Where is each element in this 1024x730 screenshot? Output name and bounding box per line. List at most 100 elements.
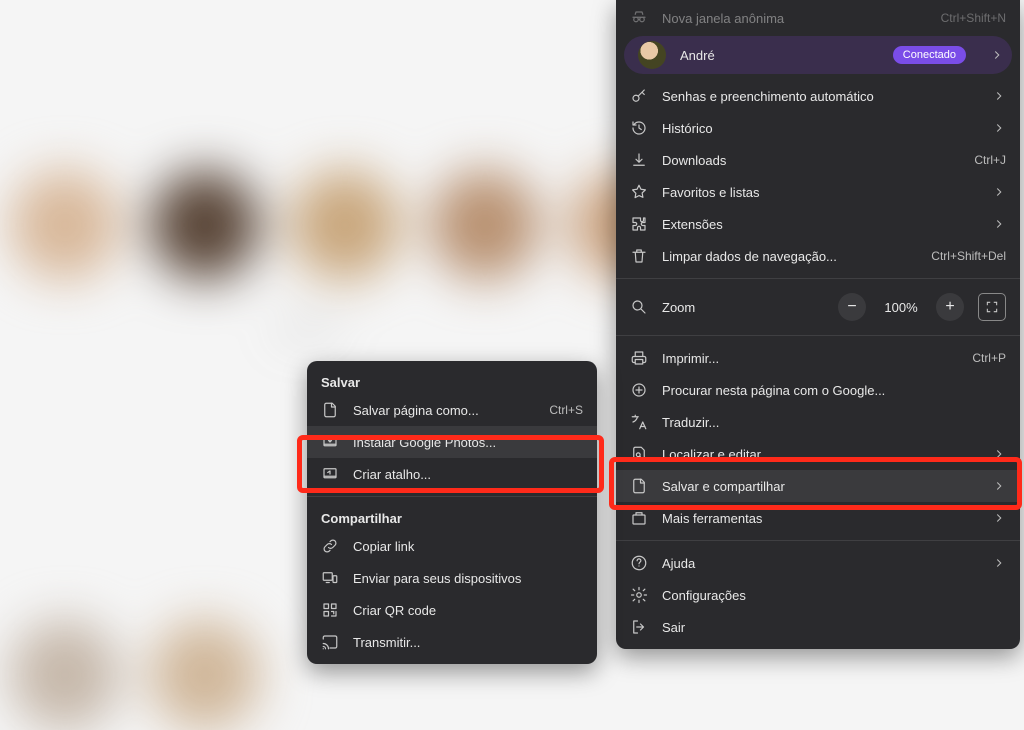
copy-link-label: Copiar link: [353, 539, 583, 554]
passwords-label: Senhas e preenchimento automático: [662, 89, 978, 104]
bg-label: Bentinho: [280, 320, 339, 337]
file-icon: [630, 477, 648, 495]
section-share: Compartilhar: [307, 503, 597, 530]
save-page-label: Salvar página como...: [353, 403, 535, 418]
zoom-row: Zoom − 100% +: [616, 285, 1020, 329]
print-item[interactable]: Imprimir... Ctrl+P: [616, 342, 1020, 374]
print-shortcut: Ctrl+P: [972, 351, 1006, 365]
save-share-item[interactable]: Salvar e compartilhar: [616, 470, 1020, 502]
devices-icon: [321, 569, 339, 587]
profile-row[interactable]: André Conectado: [624, 36, 1012, 74]
downloads-label: Downloads: [662, 153, 960, 168]
puzzle-icon: [630, 215, 648, 233]
help-label: Ajuda: [662, 556, 978, 571]
bookmarks-item[interactable]: Favoritos e listas: [616, 176, 1020, 208]
key-icon: [630, 87, 648, 105]
separator: [307, 496, 597, 497]
downloads-item[interactable]: Downloads Ctrl+J: [616, 144, 1020, 176]
section-save: Salvar: [307, 367, 597, 394]
chevron-right-icon: [992, 185, 1006, 199]
chevron-right-icon: [992, 217, 1006, 231]
new-incognito-item[interactable]: Nova janela anônima Ctrl+Shift+N: [616, 6, 1020, 30]
settings-item[interactable]: Configurações: [616, 579, 1020, 611]
profile-badge: Conectado: [893, 46, 966, 64]
avatar: [638, 41, 666, 69]
cast-icon: [321, 633, 339, 651]
send-devices-label: Enviar para seus dispositivos: [353, 571, 583, 586]
history-item[interactable]: Histórico: [616, 112, 1020, 144]
find-edit-item[interactable]: Localizar e editar: [616, 438, 1020, 470]
shortcut-icon: [321, 465, 339, 483]
gear-icon: [630, 586, 648, 604]
separator: [616, 540, 1020, 541]
install-icon: [321, 433, 339, 451]
create-shortcut-item[interactable]: Criar atalho...: [307, 458, 597, 490]
extensions-item[interactable]: Extensões: [616, 208, 1020, 240]
qr-code-item[interactable]: Criar QR code: [307, 594, 597, 626]
clear-data-label: Limpar dados de navegação...: [662, 249, 917, 264]
chevron-right-icon: [992, 556, 1006, 570]
qr-code-label: Criar QR code: [353, 603, 583, 618]
translate-icon: [630, 413, 648, 431]
print-icon: [630, 349, 648, 367]
zoom-in-button[interactable]: +: [936, 293, 964, 321]
copy-link-item[interactable]: Copiar link: [307, 530, 597, 562]
zoom-value: 100%: [880, 300, 922, 315]
save-page-shortcut: Ctrl+S: [549, 403, 583, 417]
incognito-label: Nova janela anônima: [662, 11, 927, 26]
history-label: Histórico: [662, 121, 978, 136]
separator: [616, 278, 1020, 279]
incognito-shortcut: Ctrl+Shift+N: [941, 11, 1006, 25]
file-icon: [321, 401, 339, 419]
history-icon: [630, 119, 648, 137]
zoom-label: Zoom: [662, 300, 824, 315]
tools-icon: [630, 509, 648, 527]
settings-label: Configurações: [662, 588, 1006, 603]
search-google-label: Procurar nesta página com o Google...: [662, 383, 1006, 398]
separator: [616, 335, 1020, 336]
zoom-out-button[interactable]: −: [838, 293, 866, 321]
chevron-right-icon: [992, 121, 1006, 135]
save-share-submenu: Salvar Salvar página como... Ctrl+S Inst…: [307, 361, 597, 664]
google-icon: [630, 381, 648, 399]
star-icon: [630, 183, 648, 201]
document-search-icon: [630, 445, 648, 463]
cast-label: Transmitir...: [353, 635, 583, 650]
chevron-right-icon: [992, 511, 1006, 525]
chevron-right-icon: [992, 479, 1006, 493]
send-devices-item[interactable]: Enviar para seus dispositivos: [307, 562, 597, 594]
translate-label: Traduzir...: [662, 415, 1006, 430]
trash-icon: [630, 247, 648, 265]
exit-item[interactable]: Sair: [616, 611, 1020, 643]
chevron-right-icon: [992, 89, 1006, 103]
find-edit-label: Localizar e editar: [662, 447, 978, 462]
install-pwa-item[interactable]: Instalar Google Photos...: [307, 426, 597, 458]
search-google-item[interactable]: Procurar nesta página com o Google...: [616, 374, 1020, 406]
help-icon: [630, 554, 648, 572]
chrome-main-menu: Nova janela anônima Ctrl+Shift+N André C…: [616, 0, 1020, 649]
qr-icon: [321, 601, 339, 619]
print-label: Imprimir...: [662, 351, 958, 366]
more-tools-label: Mais ferramentas: [662, 511, 978, 526]
bookmarks-label: Favoritos e listas: [662, 185, 978, 200]
clear-data-item[interactable]: Limpar dados de navegação... Ctrl+Shift+…: [616, 240, 1020, 272]
more-tools-item[interactable]: Mais ferramentas: [616, 502, 1020, 534]
translate-item[interactable]: Traduzir...: [616, 406, 1020, 438]
passwords-item[interactable]: Senhas e preenchimento automático: [616, 80, 1020, 112]
fullscreen-icon: [985, 300, 999, 314]
downloads-shortcut: Ctrl+J: [974, 153, 1006, 167]
save-page-item[interactable]: Salvar página como... Ctrl+S: [307, 394, 597, 426]
help-item[interactable]: Ajuda: [616, 547, 1020, 579]
exit-label: Sair: [662, 620, 1006, 635]
zoom-icon: [630, 298, 648, 316]
profile-name: André: [680, 48, 879, 63]
save-share-label: Salvar e compartilhar: [662, 479, 978, 494]
create-shortcut-label: Criar atalho...: [353, 467, 583, 482]
download-icon: [630, 151, 648, 169]
install-pwa-label: Instalar Google Photos...: [353, 435, 583, 450]
cast-item[interactable]: Transmitir...: [307, 626, 597, 658]
extensions-label: Extensões: [662, 217, 978, 232]
chevron-right-icon: [990, 48, 1004, 62]
fullscreen-button[interactable]: [978, 293, 1006, 321]
chevron-right-icon: [992, 447, 1006, 461]
